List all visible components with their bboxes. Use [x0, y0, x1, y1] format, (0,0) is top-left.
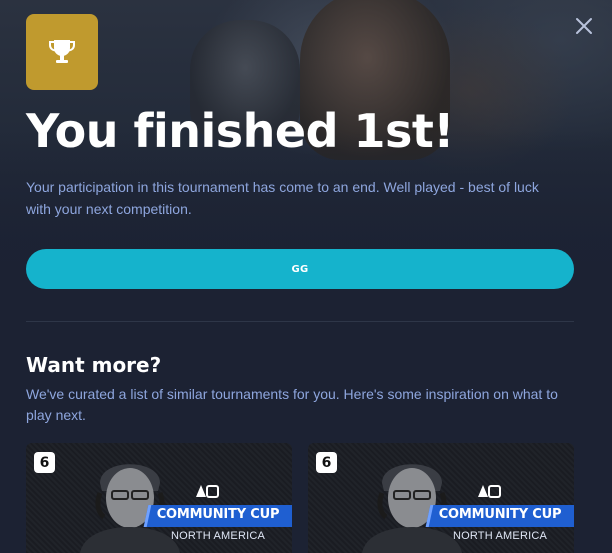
game-logo-icon: 6 — [34, 452, 55, 473]
trophy-badge — [26, 14, 98, 90]
game-badge: 6 — [39, 454, 50, 471]
event-region: NORTH AMERICA — [452, 530, 548, 542]
section-title: Want more? — [26, 353, 162, 377]
trophy-icon — [49, 40, 75, 63]
result-message: Your participation in this tournament ha… — [26, 179, 539, 217]
brand-logo-icon — [196, 485, 219, 498]
event-region: NORTH AMERICA — [170, 530, 266, 542]
page-title: You finished 1st! — [26, 104, 454, 158]
game-logo-icon: 6 — [316, 452, 337, 473]
hero-fade — [0, 130, 612, 330]
close-button[interactable] — [572, 14, 596, 38]
event-name: COMMUNITY CUP — [438, 507, 562, 522]
brand-logo-icon — [478, 485, 501, 498]
divider — [26, 321, 574, 322]
gg-button[interactable]: GG — [26, 249, 574, 289]
event-name: COMMUNITY CUP — [156, 507, 280, 522]
close-icon — [576, 18, 592, 34]
tournament-card[interactable]: 6 COMMUNITY CUP NORTH AMERICA — [26, 443, 292, 553]
section-description: We've curated a list of similar tourname… — [26, 386, 558, 423]
tournament-card[interactable]: 6 COMMUNITY CUP NORTH AMERICA — [308, 443, 574, 553]
game-badge: 6 — [321, 454, 332, 471]
